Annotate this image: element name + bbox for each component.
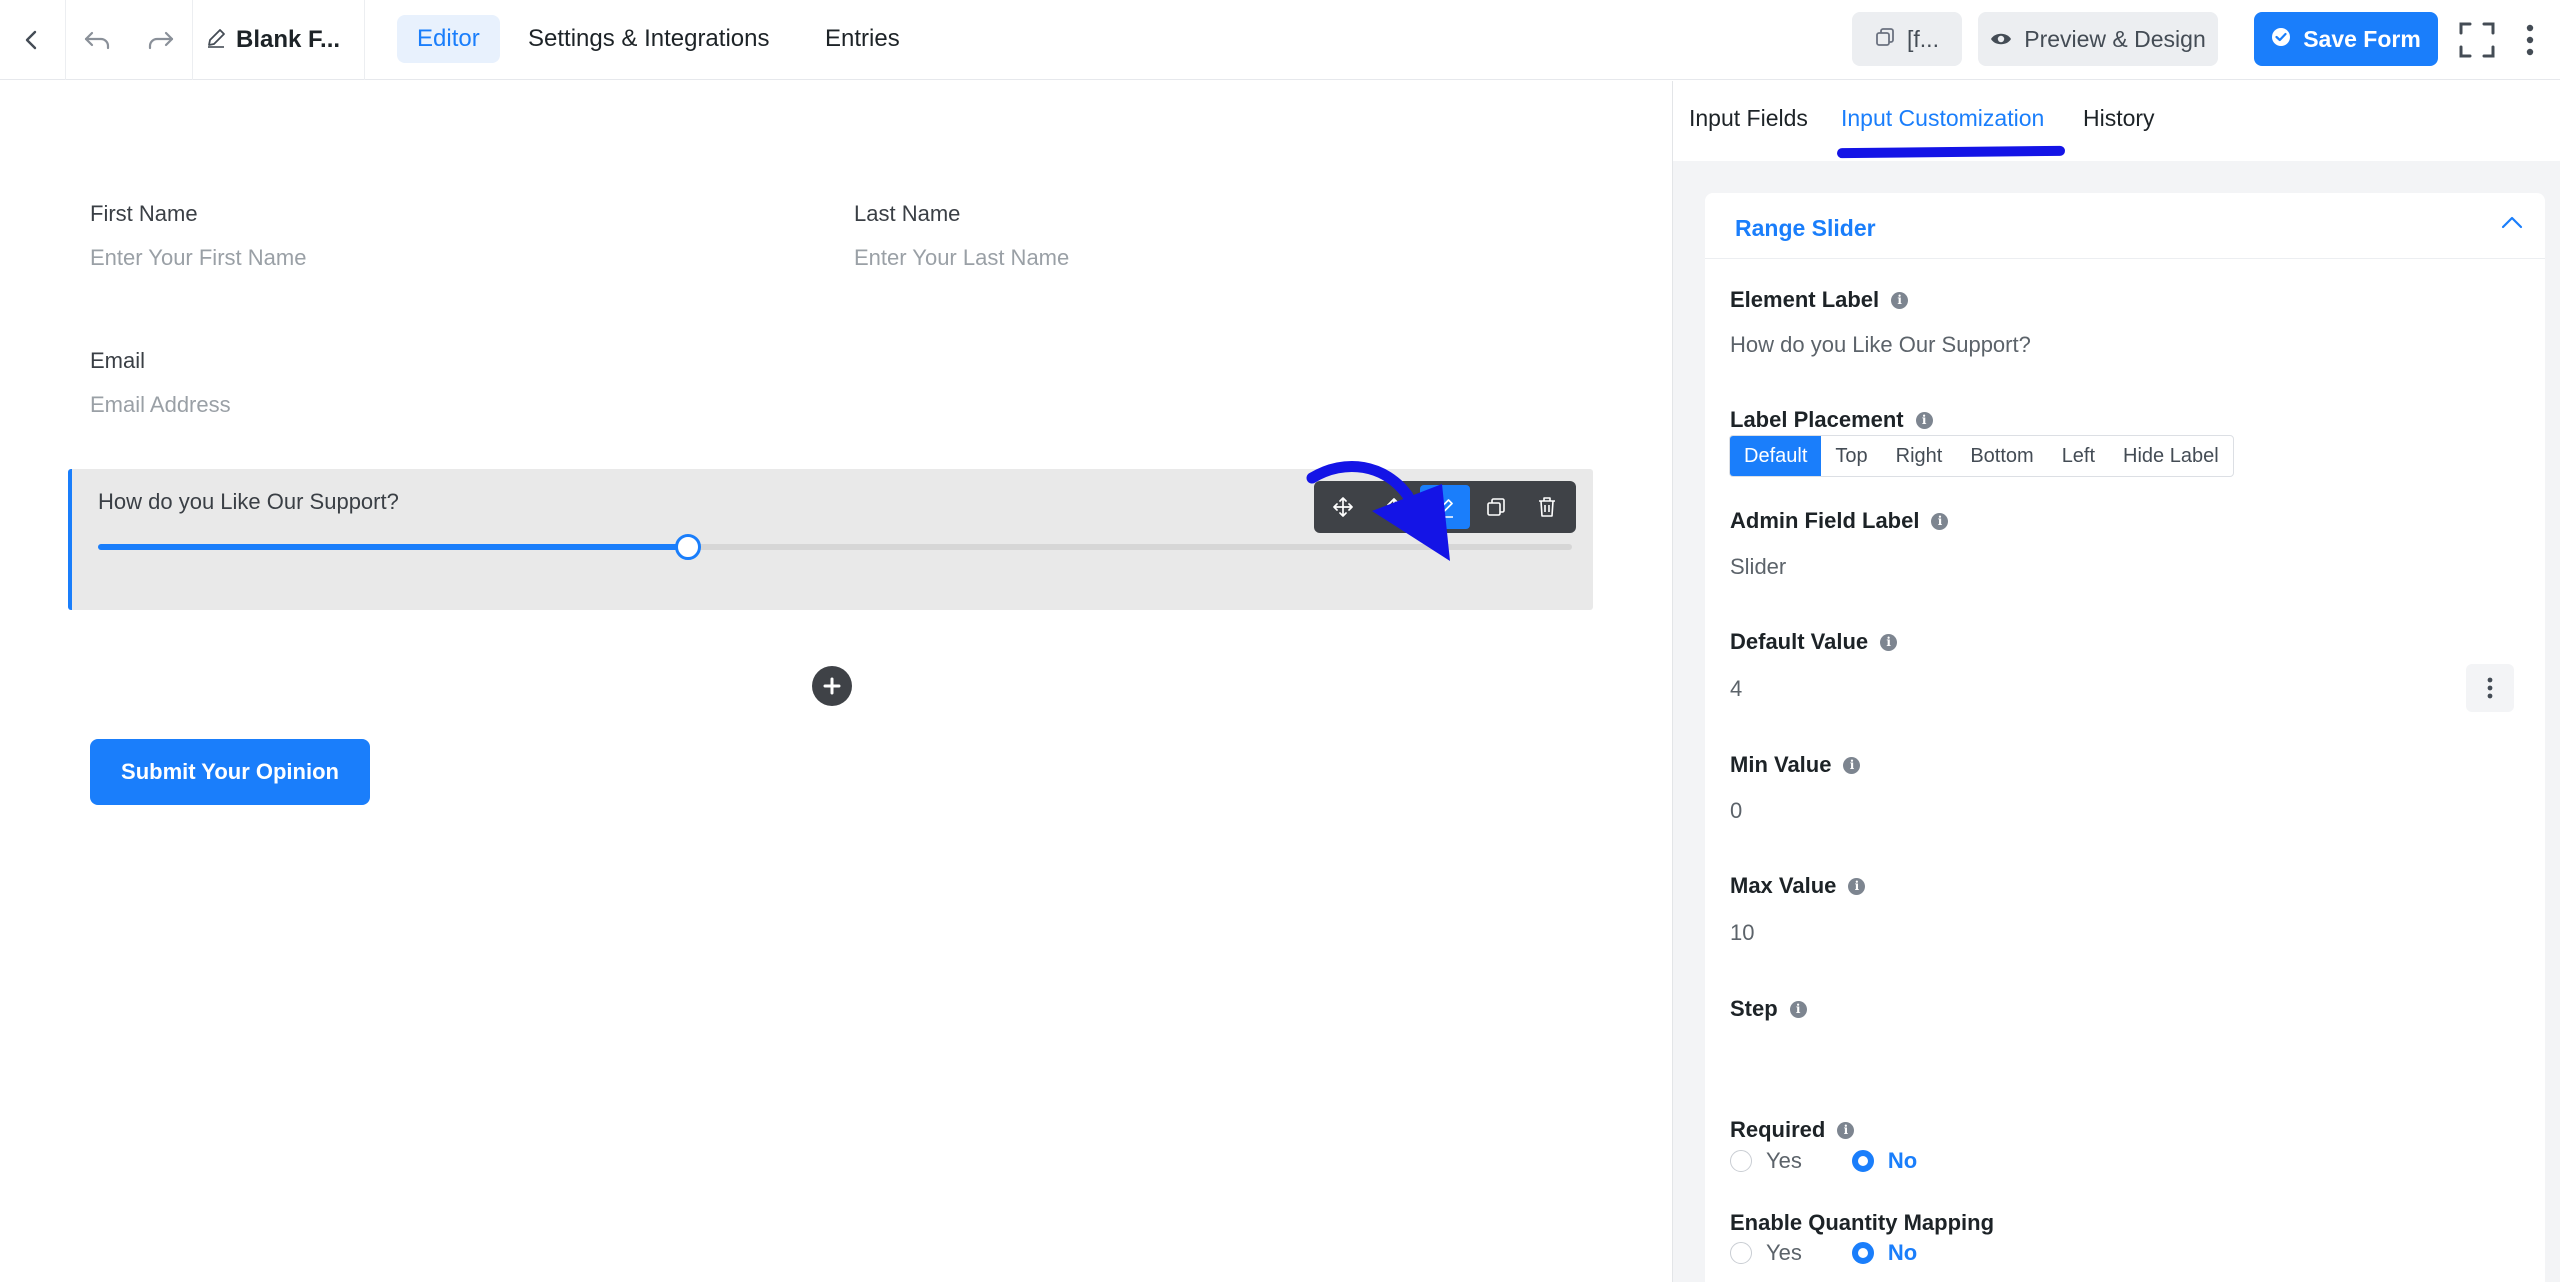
more-vertical-icon [2487,677,2493,699]
info-icon[interactable]: i [1915,411,1933,429]
top-bar: Blank F... Editor Settings & Integration… [0,0,2560,80]
settings-panel: Input Fields Input Customization History… [1672,81,2560,1282]
min-value-title: Min Value i [1730,752,1861,778]
preview-design-text: Preview & Design [2024,25,2206,52]
label-placement-group: Default Top Right Bottom Left Hide Label [1729,435,2234,477]
admin-field-label-title: Admin Field Label i [1730,508,1949,534]
dynamic-value-button[interactable] [2466,664,2514,712]
quantity-yes-label[interactable]: Yes [1766,1240,1802,1266]
min-value-input[interactable]: 0 [1730,798,1742,824]
info-icon[interactable]: i [1843,756,1861,774]
check-circle-icon [2271,26,2291,53]
element-label-text: Element Label [1730,287,1880,312]
pencil-icon [206,26,226,55]
placement-right[interactable]: Right [1882,436,1957,476]
quantity-mapping-radio-group: Yes No [1730,1240,1967,1266]
divider [364,0,365,80]
eye-icon [1990,26,2012,53]
info-icon[interactable]: i [1880,633,1898,651]
placement-hide-label[interactable]: Hide Label [2109,436,2233,476]
default-value-input[interactable]: 4 [1730,676,1742,702]
tab-entries[interactable]: Entries [805,15,920,63]
tab-input-customization[interactable]: Input Customization [1841,105,2044,132]
panel-tabs: Input Fields Input Customization History [1673,81,2560,161]
info-icon[interactable]: i [1848,877,1866,895]
card-title: Range Slider [1735,215,1876,241]
max-value-title: Max Value i [1730,873,1866,899]
required-no-radio[interactable] [1851,1150,1874,1172]
form-title-text: Blank F... [236,26,341,53]
required-no-label[interactable]: No [1888,1148,1917,1174]
required-radio-group: Yes No [1730,1148,1967,1174]
quantity-mapping-title: Enable Quantity Mapping [1730,1210,1994,1236]
default-value-title: Default Value i [1730,629,1898,655]
annotation-arrow-icon [1306,460,1450,561]
slider-label: How do you Like Our Support? [98,489,399,514]
required-yes-radio[interactable] [1730,1150,1752,1172]
copy-icon [1875,26,1895,53]
form-canvas: First Name Enter Your First Name Last Na… [0,81,1672,1282]
max-value-input[interactable]: 10 [1730,920,1754,946]
back-icon[interactable] [0,0,64,80]
submit-button[interactable]: Submit Your Opinion [90,739,370,805]
admin-field-label-input[interactable]: Slider [1730,554,1786,580]
placement-default[interactable]: Default [1730,436,1822,476]
email-input[interactable]: Email Address [90,392,231,418]
placement-left[interactable]: Left [2048,436,2109,476]
fullscreen-icon[interactable] [2452,0,2502,80]
card-header[interactable]: Range Slider [1705,193,2545,259]
save-form-button[interactable]: Save Form [2254,12,2438,66]
first-name-input[interactable]: Enter Your First Name [90,245,306,271]
quantity-no-label[interactable]: No [1888,1240,1917,1266]
step-input[interactable] [1730,1040,2490,1076]
first-name-label: First Name [90,201,198,226]
tab-history[interactable]: History [2083,105,2155,132]
default-value-text: Default Value [1730,629,1869,654]
min-value-text: Min Value [1730,752,1832,777]
shortcode-text: [f... [1907,25,1939,52]
info-icon[interactable]: i [1931,512,1949,530]
required-yes-label[interactable]: Yes [1766,1148,1802,1174]
duplicate-icon[interactable] [1470,485,1521,529]
form-title[interactable]: Blank F... [206,0,340,80]
slider-fill [98,544,688,550]
required-title: Required i [1730,1117,1855,1143]
slider-thumb[interactable] [674,534,701,560]
add-field-button[interactable] [812,666,852,706]
quantity-yes-radio[interactable] [1730,1242,1752,1264]
last-name-label: Last Name [854,201,961,226]
trash-icon[interactable] [1521,485,1572,529]
more-vertical-icon[interactable] [2510,0,2550,80]
chevron-up-icon[interactable] [2501,215,2523,234]
required-text: Required [1730,1117,1826,1142]
preview-design-button[interactable]: Preview & Design [1978,12,2218,66]
shortcode-button[interactable]: [f... [1852,12,1962,66]
element-label-input[interactable]: How do you Like Our Support? [1730,332,2031,358]
step-text: Step [1730,996,1778,1021]
info-icon[interactable]: i [1891,291,1909,309]
placement-bottom[interactable]: Bottom [1956,436,2047,476]
step-title: Step i [1730,996,1807,1022]
annotation-underline [1836,145,2066,159]
redo-icon[interactable] [130,0,192,80]
placement-top[interactable]: Top [1821,436,1881,476]
info-icon[interactable]: i [1837,1121,1855,1139]
admin-field-label-text: Admin Field Label [1730,508,1920,533]
tab-editor[interactable]: Editor [397,15,500,63]
plus-icon [823,677,841,695]
save-form-text: Save Form [2303,25,2421,52]
tab-input-fields[interactable]: Input Fields [1689,105,1808,132]
label-placement-title: Label Placement i [1730,407,1933,433]
quantity-mapping-text: Enable Quantity Mapping [1730,1210,1995,1235]
last-name-input[interactable]: Enter Your Last Name [854,245,1069,271]
email-label: Email [90,348,146,373]
max-value-text: Max Value [1730,873,1837,898]
divider [192,0,193,80]
info-icon[interactable]: i [1789,1000,1807,1018]
undo-icon[interactable] [66,0,128,80]
tab-settings-integrations[interactable]: Settings & Integrations [508,15,789,63]
element-label-title: Element Label i [1730,287,1909,313]
quantity-no-radio[interactable] [1851,1242,1874,1264]
label-placement-text: Label Placement [1730,407,1904,432]
